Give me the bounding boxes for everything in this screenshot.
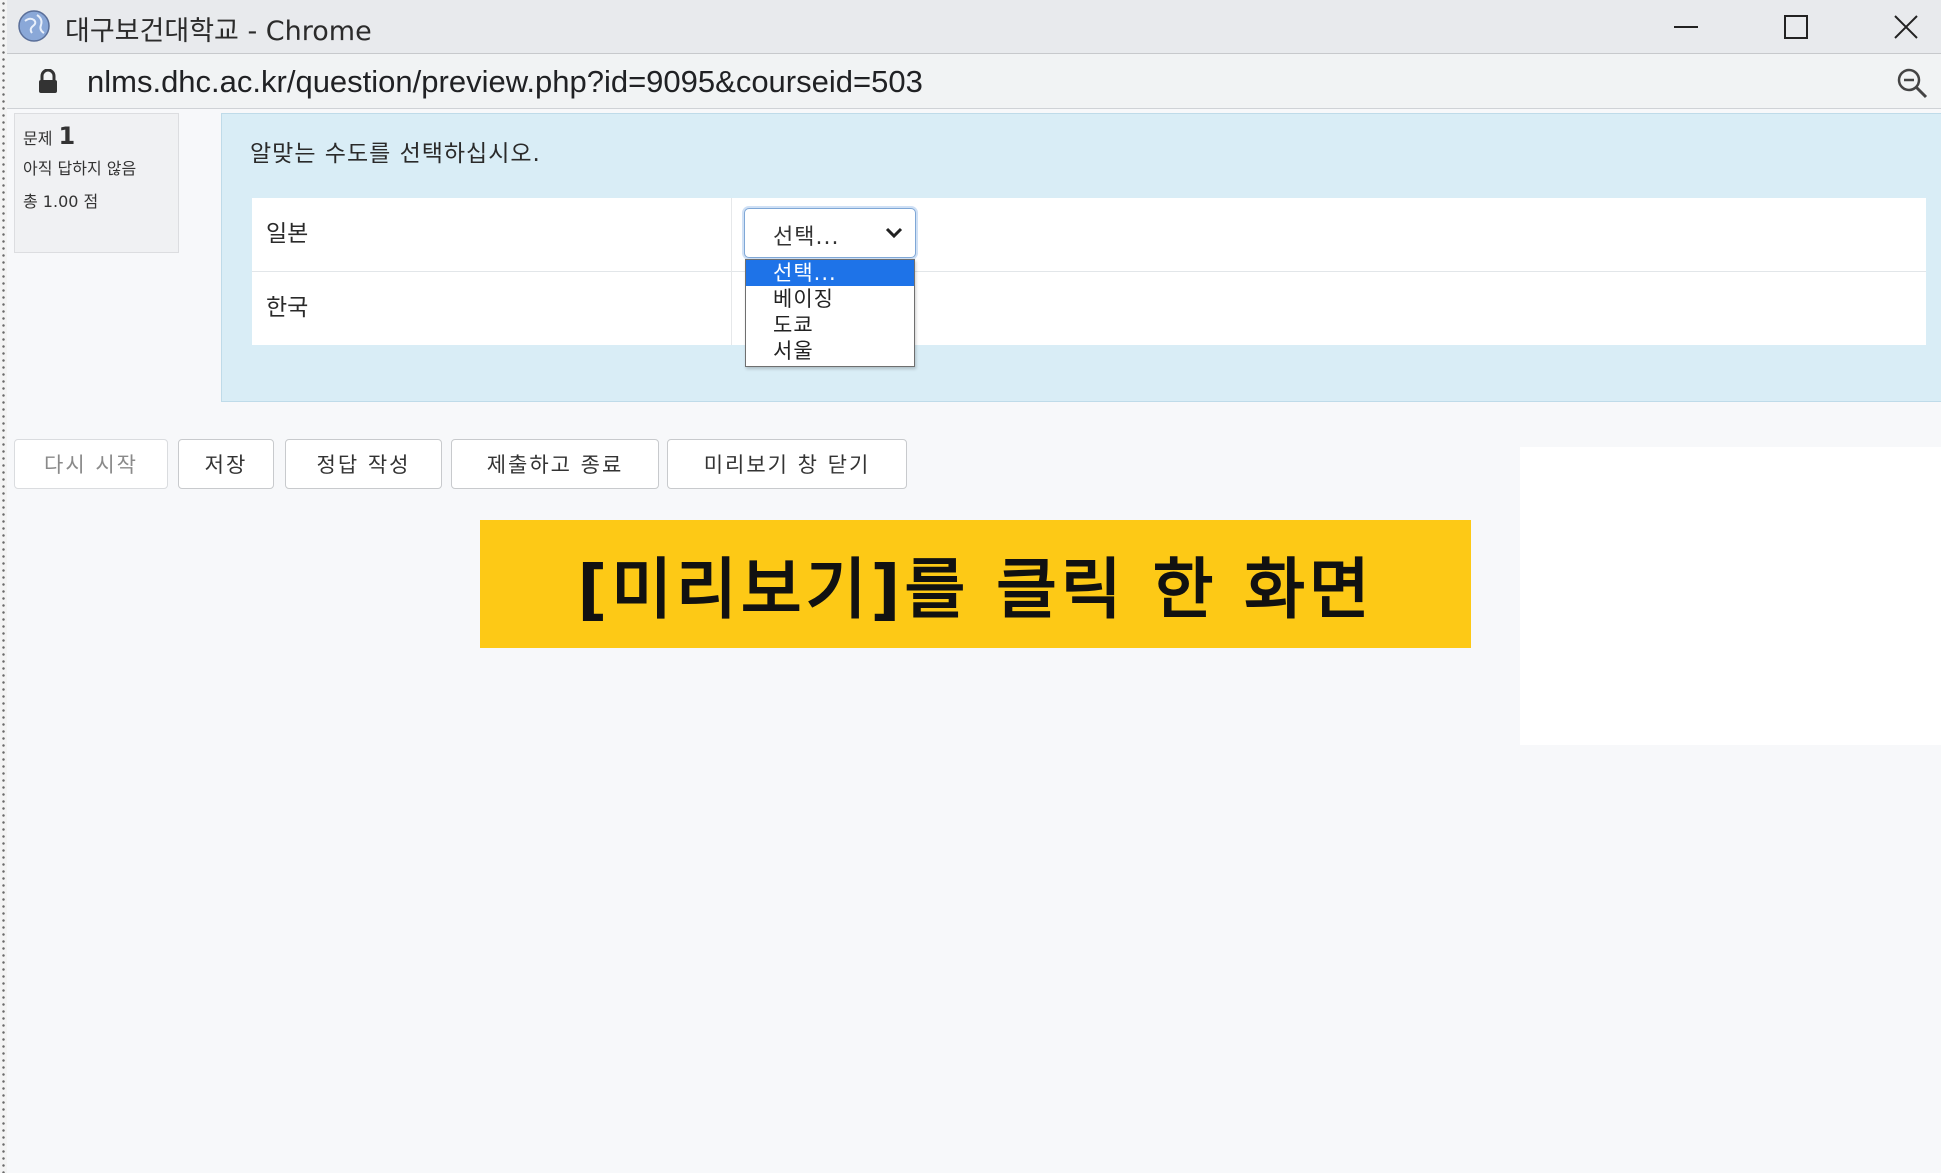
maximize-button[interactable] xyxy=(1759,0,1833,53)
row-label: 일본 xyxy=(252,198,732,272)
close-button[interactable] xyxy=(1869,0,1941,53)
url-text[interactable]: nlms.dhc.ac.kr/question/preview.php?id=9… xyxy=(87,64,923,100)
question-number: 문제 1 xyxy=(23,122,170,150)
address-bar[interactable]: nlms.dhc.ac.kr/question/preview.php?id=9… xyxy=(7,54,1941,109)
question-grade: 총 1.00 점 xyxy=(23,192,99,211)
table-row: 일본 xyxy=(252,198,1926,272)
question-number-label: 문제 xyxy=(23,129,53,148)
question-prompt: 알맞는 수도를 선택하십시오. xyxy=(250,141,541,167)
question-number-value: 1 xyxy=(58,122,76,150)
select-dropdown-list: 선택... 베이징 도쿄 서울 xyxy=(745,259,915,367)
dropdown-option[interactable]: 서울 xyxy=(746,338,914,364)
dotted-border xyxy=(0,0,7,1173)
window-title: 대구보건대학교 - Chrome xyxy=(65,16,372,47)
minimize-button[interactable] xyxy=(1649,0,1723,53)
select-value: 선택... xyxy=(773,225,840,250)
answer-select[interactable]: 선택... xyxy=(744,208,916,258)
chevron-down-icon xyxy=(885,227,903,239)
fill-correct-button[interactable]: 정답 작성 xyxy=(285,439,442,489)
question-content: 알맞는 수도를 선택하십시오. 일본 한국 xyxy=(221,113,1941,402)
zoom-icon[interactable] xyxy=(1895,66,1929,100)
save-button[interactable]: 저장 xyxy=(178,439,274,489)
question-state: 아직 답하지 않음 xyxy=(23,159,137,178)
table-row: 한국 xyxy=(252,271,1926,345)
close-icon xyxy=(1894,14,1918,39)
submit-and-finish-button[interactable]: 제출하고 종료 xyxy=(451,439,659,489)
row-label: 한국 xyxy=(252,271,732,345)
question-info-panel: 문제 1 아직 답하지 않음 총 1.00 점 xyxy=(14,113,179,253)
globe-icon xyxy=(18,10,50,42)
blank-panel xyxy=(1520,447,1941,745)
lock-icon xyxy=(39,69,57,93)
minimize-icon xyxy=(1674,25,1698,28)
caption-banner: [미리보기]를 클릭 한 화면 xyxy=(480,520,1471,648)
maximize-icon xyxy=(1784,14,1808,39)
dropdown-option[interactable]: 선택... xyxy=(746,260,914,286)
dropdown-option[interactable]: 베이징 xyxy=(746,286,914,312)
dropdown-option[interactable]: 도쿄 xyxy=(746,312,914,338)
browser-title-bar: 대구보건대학교 - Chrome xyxy=(7,0,1941,54)
answer-table: 일본 한국 xyxy=(252,198,1926,345)
close-preview-button[interactable]: 미리보기 창 닫기 xyxy=(667,439,907,489)
restart-button[interactable]: 다시 시작 xyxy=(14,439,168,489)
